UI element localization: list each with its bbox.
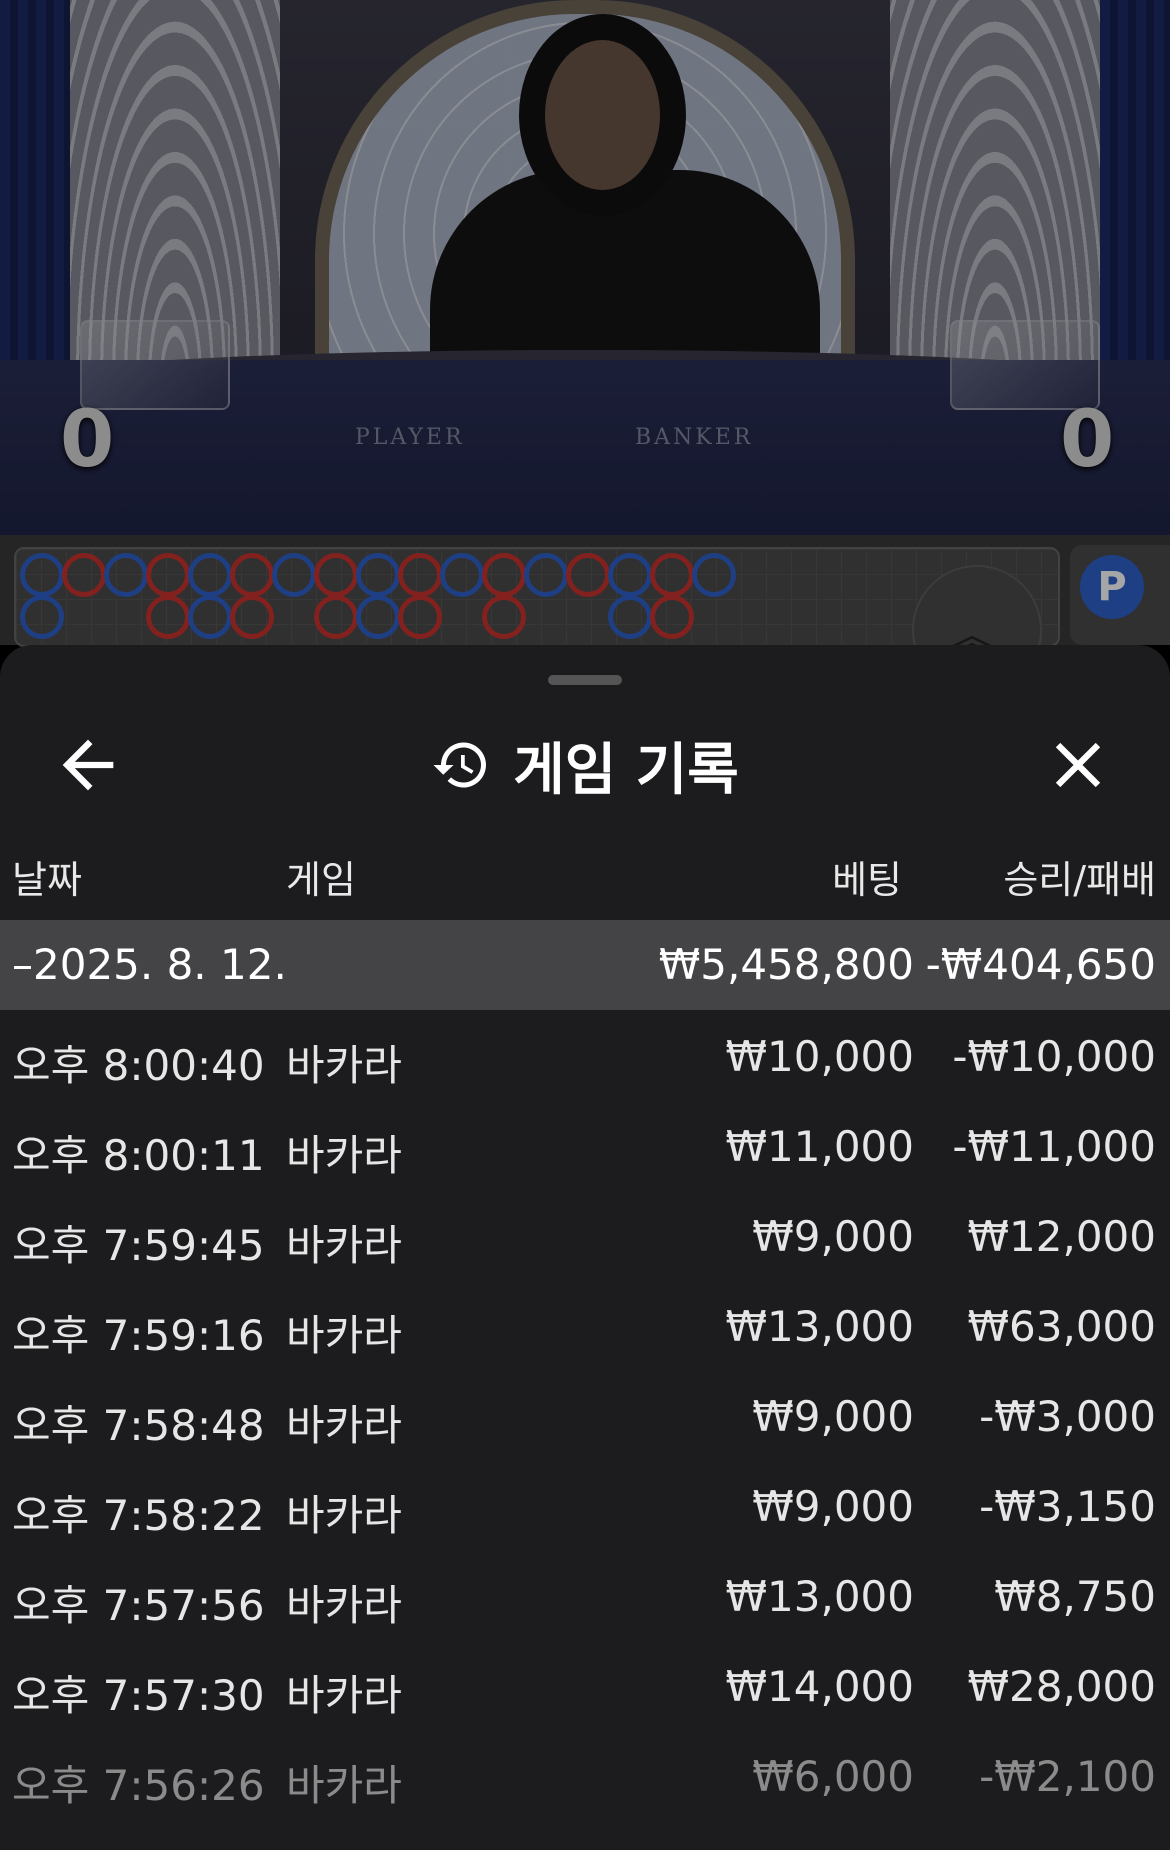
row-time: 오후 7:59:45: [12, 1221, 265, 1270]
history-row[interactable]: 오후 7:58:22 바카라 ₩9,000 -₩3,150: [0, 1460, 1170, 1550]
row-game: 바카라: [286, 1491, 402, 1540]
row-win-loss: ₩8,750: [994, 1572, 1156, 1621]
sheet-header: 게임 기록: [0, 705, 1170, 825]
row-time: 오후 7:58:22: [12, 1491, 265, 1540]
history-row[interactable]: 오후 7:57:30 바카라 ₩14,000 ₩28,000: [0, 1640, 1170, 1730]
row-time: 오후 7:56:26: [12, 1761, 265, 1810]
row-bet: ₩13,000: [725, 1302, 915, 1351]
row-game: 바카라: [286, 1401, 402, 1450]
column-win-loss: 승리/패배: [1003, 858, 1156, 902]
row-bet: ₩9,000: [752, 1482, 914, 1531]
row-win-loss: -₩11,000: [952, 1122, 1156, 1171]
row-bet: ₩13,000: [725, 1572, 915, 1621]
history-row[interactable]: 오후 8:00:11 바카라 ₩11,000 -₩11,000: [0, 1100, 1170, 1190]
day-date: –2025. 8. 12.: [12, 940, 287, 989]
row-time: 오후 8:00:11: [12, 1131, 265, 1180]
row-time: 오후 7:57:30: [12, 1671, 265, 1720]
row-bet: ₩11,000: [725, 1122, 915, 1171]
row-bet: ₩9,000: [752, 1392, 914, 1441]
history-icon: [433, 742, 487, 788]
row-time: 오후 8:00:40: [12, 1041, 265, 1090]
row-bet: ₩6,000: [752, 1752, 914, 1801]
row-bet: ₩10,000: [725, 1032, 915, 1081]
column-bet: 베팅: [832, 858, 902, 902]
row-win-loss: ₩12,000: [967, 1212, 1157, 1261]
row-bet: ₩14,000: [725, 1662, 915, 1711]
backdrop-dimmer[interactable]: [0, 0, 1170, 650]
row-win-loss: -₩2,100: [979, 1752, 1156, 1801]
row-win-loss: -₩3,150: [979, 1482, 1156, 1531]
row-bet: ₩9,000: [752, 1212, 914, 1261]
row-win-loss: ₩28,000: [967, 1662, 1157, 1711]
row-game: 바카라: [286, 1311, 402, 1360]
row-win-loss: ₩63,000: [967, 1302, 1157, 1351]
history-row[interactable]: 오후 7:59:16 바카라 ₩13,000 ₩63,000: [0, 1280, 1170, 1370]
history-row[interactable]: 오후 7:58:48 바카라 ₩9,000 -₩3,000: [0, 1370, 1170, 1460]
day-total-bet: ₩5,458,800: [658, 940, 914, 989]
history-row[interactable]: 오후 7:59:45 바카라 ₩9,000 ₩12,000: [0, 1190, 1170, 1280]
row-time: 오후 7:58:48: [12, 1401, 265, 1450]
close-icon[interactable]: [1040, 727, 1116, 803]
column-game: 게임: [286, 858, 356, 902]
column-date: 날짜: [12, 858, 82, 902]
row-time: 오후 7:57:56: [12, 1581, 265, 1630]
sheet-title: 게임 기록: [513, 737, 739, 803]
title-group: 게임 기록: [0, 705, 1170, 825]
row-game: 바카라: [286, 1131, 402, 1180]
column-headers: 날짜 게임 베팅 승리/패배: [0, 835, 1170, 910]
row-game: 바카라: [286, 1581, 402, 1630]
row-game: 바카라: [286, 1041, 402, 1090]
row-time: 오후 7:59:16: [12, 1311, 265, 1360]
day-summary-row[interactable]: –2025. 8. 12. ₩5,458,800 -₩404,650: [0, 920, 1170, 1010]
row-game: 바카라: [286, 1761, 402, 1810]
history-list: 오후 8:00:40 바카라 ₩10,000 -₩10,000 오후 8:00:…: [0, 1010, 1170, 1820]
history-row[interactable]: 오후 7:57:56 바카라 ₩13,000 ₩8,750: [0, 1550, 1170, 1640]
day-total-win-loss: -₩404,650: [925, 940, 1156, 989]
row-win-loss: -₩3,000: [979, 1392, 1156, 1441]
row-win-loss: -₩10,000: [952, 1032, 1156, 1081]
history-row[interactable]: 오후 8:00:40 바카라 ₩10,000 -₩10,000: [0, 1010, 1170, 1100]
sheet-drag-handle[interactable]: [548, 675, 622, 685]
game-history-sheet: 게임 기록 날짜 게임 베팅 승리/패배 –2025. 8. 12. ₩5,45…: [0, 645, 1170, 1850]
row-game: 바카라: [286, 1671, 402, 1720]
back-arrow-icon[interactable]: [50, 727, 126, 803]
row-game: 바카라: [286, 1221, 402, 1270]
history-row[interactable]: 오후 7:56:26 바카라 ₩6,000 -₩2,100: [0, 1730, 1170, 1820]
